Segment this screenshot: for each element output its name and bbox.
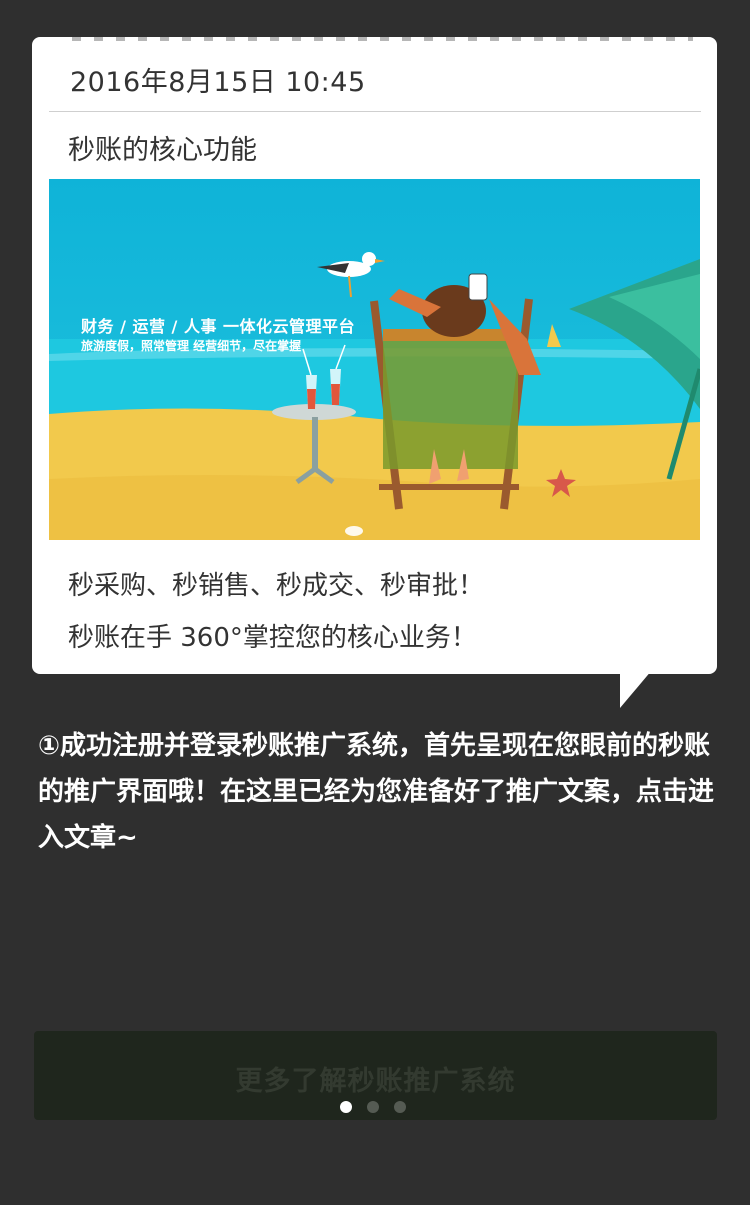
- beach-illustration: [49, 179, 700, 540]
- card-body-line-1: 秒采购、秒销售、秒成交、秒审批！: [68, 571, 485, 601]
- banner-image: 财务 / 运营 / 人事 一体化云管理平台 旅游度假，照常管理 经营细节，尽在掌…: [49, 179, 700, 540]
- card-title: 秒账的核心功能: [68, 135, 257, 166]
- page-indicator: [340, 1101, 406, 1113]
- screen: 2016年8月15日 10:45 秒账的核心功能 财务 / 运营 / 人事 一体…: [0, 0, 750, 1205]
- step-description: ①成功注册并登录秒账推广系统，首先呈现在您眼前的秒账的推广界面哦！在这里已经为您…: [38, 731, 715, 853]
- card-dashed-edge: [72, 37, 693, 41]
- card-divider: [49, 111, 701, 112]
- speech-bubble-tail: [620, 670, 652, 708]
- page-dot-1[interactable]: [340, 1101, 352, 1113]
- banner-subline: 旅游度假，照常管理 经营细节，尽在掌握: [81, 339, 302, 353]
- banner-headline: 财务 / 运营 / 人事 一体化云管理平台: [81, 317, 356, 336]
- card-body-line-2: 秒账在手 360°掌控您的核心业务！: [68, 623, 477, 653]
- page-dot-2[interactable]: [367, 1101, 379, 1113]
- learn-more-button-label: 更多了解秒账推广系统: [235, 1066, 516, 1096]
- page-dot-3[interactable]: [394, 1101, 406, 1113]
- card-date: 2016年8月15日 10:45: [70, 67, 366, 98]
